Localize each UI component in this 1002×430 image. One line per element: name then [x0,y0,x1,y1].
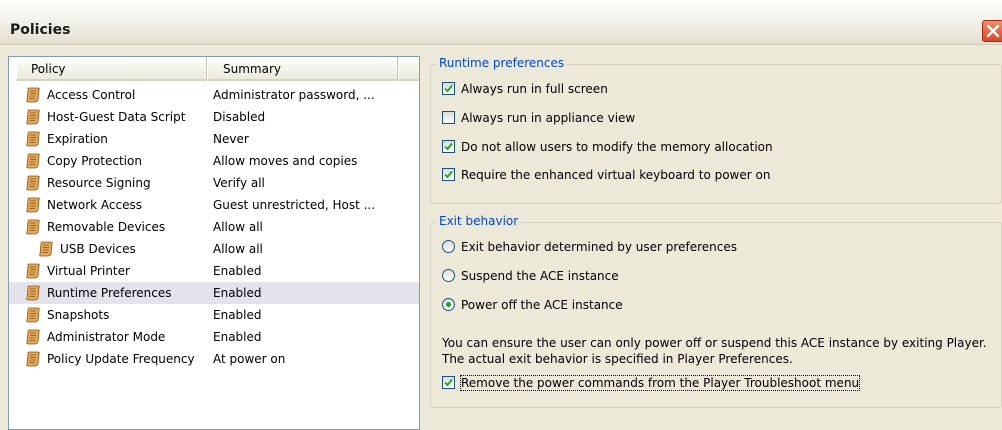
checkbox-box[interactable] [442,168,455,181]
policy-row-resource-signing[interactable]: Resource Signing Verify all [9,172,419,194]
runtime-preferences-group: Runtime preferences Always run in full s… [430,56,1002,204]
policy-summary: Enabled [213,308,262,322]
policy-row-runtime-preferences[interactable]: Runtime Preferences Enabled [9,282,419,304]
policy-name: Administrator Mode [47,330,166,344]
policy-rows: Access Control Administrator password, ..… [9,84,419,370]
policy-scroll-icon [26,87,41,103]
policy-summary: Enabled [213,330,262,344]
policy-row-snapshots[interactable]: Snapshots Enabled [9,304,419,326]
close-icon [986,24,1000,38]
policy-row-access-control[interactable]: Access Control Administrator password, ..… [9,84,419,106]
policy-scroll-icon [26,263,41,279]
policy-summary: Verify all [213,176,265,190]
policy-row-administrator-mode[interactable]: Administrator Mode Enabled [9,326,419,348]
checkmark-icon [444,84,453,93]
policy-summary: Allow all [213,242,263,256]
exit-behavior-note: You can ensure the user can only power o… [442,336,987,366]
radio-button[interactable] [442,269,455,282]
checkbox-box[interactable] [442,140,455,153]
policy-name: Host-Guest Data Script [47,110,186,124]
policy-scroll-icon [26,109,41,125]
column-header-policy[interactable]: Policy [17,57,207,81]
policy-row-usb-devices[interactable]: USB Devices Allow all [9,238,419,260]
policy-name: Resource Signing [47,176,151,190]
list-header: Policy Summary [9,57,419,81]
policy-summary: At power on [213,352,286,366]
policy-summary: Guest unrestricted, Host ... [213,198,376,212]
policy-name: Snapshots [47,308,110,322]
policy-scroll-icon [39,241,54,257]
policy-name: USB Devices [60,242,136,256]
title-bar: Policies [0,0,1002,45]
policy-scroll-icon [26,131,41,147]
policy-summary: Enabled [213,286,262,300]
policy-name: Expiration [47,132,108,146]
policy-scroll-icon [26,197,41,213]
column-header-summary[interactable]: Summary [208,57,398,81]
policy-scroll-icon [26,351,41,367]
policy-summary: Enabled [213,264,262,278]
policy-name: Runtime Preferences [47,286,172,300]
policy-name: Policy Update Frequency [47,352,195,366]
close-button[interactable] [982,20,1002,42]
policy-scroll-icon [26,219,41,235]
policy-summary: Never [213,132,249,146]
checkbox-box[interactable] [442,376,455,389]
checkbox-label: Always run in full screen [461,82,608,96]
checkmark-icon [444,378,453,387]
radio-label: Power off the ACE instance [461,298,623,312]
checkmark-icon [444,170,453,179]
exit-behavior-group: Exit behavior Exit behavior determined b… [430,214,1002,408]
policy-scroll-icon [26,285,41,301]
radio-label: Suspend the ACE instance [461,269,619,283]
radio-selected-dot [446,302,451,307]
checkbox-box[interactable] [442,82,455,95]
policy-name: Network Access [47,198,142,212]
policy-scroll-icon [26,153,41,169]
runtime-preferences-legend: Runtime preferences [436,56,568,70]
policy-summary: Allow moves and copies [213,154,358,168]
policy-row-host-guest-data-script[interactable]: Host-Guest Data Script Disabled [9,106,419,128]
checkbox-box[interactable] [442,111,455,124]
policy-row-network-access[interactable]: Network Access Guest unrestricted, Host .… [9,194,419,216]
checkmark-icon [444,142,453,151]
policy-scroll-icon [26,175,41,191]
radio-button[interactable] [442,240,455,253]
policy-row-virtual-printer[interactable]: Virtual Printer Enabled [9,260,419,282]
checkbox-label: Require the enhanced virtual keyboard to… [461,168,771,182]
policy-scroll-icon [26,329,41,345]
policy-row-removable-devices[interactable]: Removable Devices Allow all [9,216,419,238]
policy-summary: Administrator password, ... [213,88,375,102]
policy-row-expiration[interactable]: Expiration Never [9,128,419,150]
checkbox-label: Always run in appliance view [461,111,636,125]
policy-list[interactable]: Policy Summary Access Control Administrat… [8,56,420,430]
window-title: Policies [10,22,71,38]
policy-name: Virtual Printer [47,264,130,278]
policy-summary: Allow all [213,220,263,234]
policy-row-copy-protection[interactable]: Copy Protection Allow moves and copies [9,150,419,172]
policy-summary: Disabled [213,110,266,124]
exit-behavior-legend: Exit behavior [436,214,522,228]
policy-name: Copy Protection [47,154,142,168]
policy-scroll-icon [26,307,41,323]
policy-name: Removable Devices [47,220,166,234]
radio-button[interactable] [442,298,455,311]
policy-name: Access Control [47,88,136,102]
radio-label: Exit behavior determined by user prefere… [461,240,737,254]
column-header-filler [399,57,419,81]
policy-row-policy-update-frequency[interactable]: Policy Update Frequency At power on [9,348,419,370]
remove-power-commands-label: Remove the power commands from the Playe… [459,375,861,391]
checkbox-label: Do not allow users to modify the memory … [461,140,773,154]
